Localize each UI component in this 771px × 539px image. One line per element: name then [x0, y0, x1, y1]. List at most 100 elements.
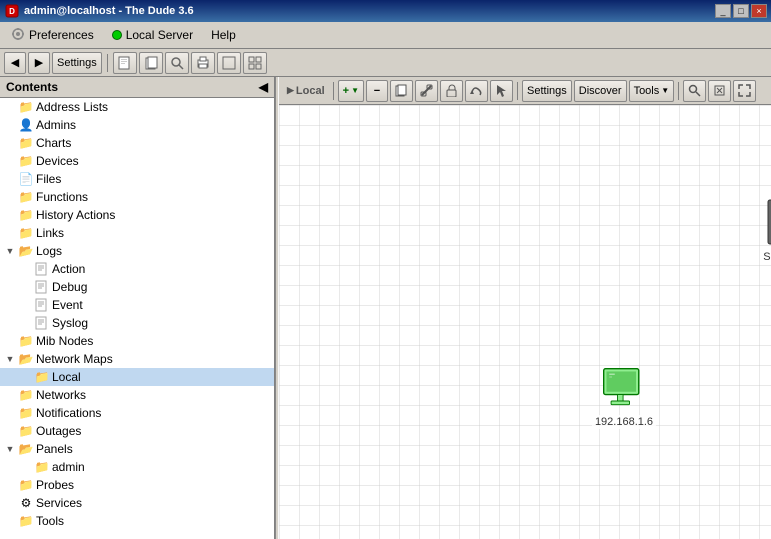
sidebar-item-logs-action[interactable]: Action	[0, 260, 274, 278]
expander-icon	[20, 461, 32, 473]
copy-node-icon	[395, 84, 408, 97]
expander-icon	[4, 227, 16, 239]
minimize-button[interactable]: _	[715, 4, 731, 18]
lock-button[interactable]	[440, 80, 463, 102]
sidebar-item-label: Functions	[36, 190, 88, 204]
link-button[interactable]	[415, 80, 438, 102]
canvas-toolbar: ▶ Local + ▼ −	[279, 77, 771, 105]
add-button[interactable]: + ▼	[338, 80, 364, 102]
folder-icon: 📁	[18, 99, 34, 115]
expander-icon	[4, 515, 16, 527]
sidebar-item-network-maps[interactable]: ▼ 📂 Network Maps	[0, 350, 274, 368]
new-icon	[118, 56, 132, 70]
menu-local-server[interactable]: Local Server	[103, 24, 202, 46]
expander-icon	[4, 191, 16, 203]
sidebar-item-logs[interactable]: ▼ 📂 Logs	[0, 242, 274, 260]
sidebar-item-network-maps-local[interactable]: 📁 Local	[0, 368, 274, 386]
sidebar-item-charts[interactable]: 📁 Charts	[0, 134, 274, 152]
close-button[interactable]: ×	[751, 4, 767, 18]
sidebar-item-networks[interactable]: 📁 Networks	[0, 386, 274, 404]
sidebar-item-panels-admin[interactable]: 📁 admin	[0, 458, 274, 476]
fit-button[interactable]	[708, 80, 731, 102]
canvas-area: ▶ Local + ▼ −	[279, 77, 771, 539]
settings-action-button[interactable]: Settings	[522, 80, 572, 102]
sidebar-item-logs-debug[interactable]: Debug	[0, 278, 274, 296]
maximize-button[interactable]: □	[733, 4, 749, 18]
expander-icon	[4, 389, 16, 401]
folder-icon: 📁	[18, 135, 34, 151]
toolbar-btn-2[interactable]	[139, 52, 163, 74]
folder-icon: 📁	[18, 225, 34, 241]
toolbar-separator-1	[107, 54, 108, 72]
sidebar-item-notifications[interactable]: 📁 Notifications	[0, 404, 274, 422]
sidebar-item-panels[interactable]: ▼ 📂 Panels	[0, 440, 274, 458]
server-status-icon	[112, 30, 122, 40]
network-maps-expander-icon: ▼	[4, 353, 16, 365]
sidebar-item-address-lists[interactable]: 📁 Address Lists	[0, 98, 274, 116]
sidebar-item-outages[interactable]: 📁 Outages	[0, 422, 274, 440]
zoom-button[interactable]	[683, 80, 706, 102]
sidebar-item-services[interactable]: ⚙ Services	[0, 494, 274, 512]
back-button[interactable]: ◀	[4, 52, 26, 74]
connect-button[interactable]	[465, 80, 488, 102]
expander-icon	[20, 281, 32, 293]
canvas-separator-3	[678, 82, 679, 100]
sidebar-item-probes[interactable]: 📁 Probes	[0, 476, 274, 494]
discover-button[interactable]: Discover	[574, 80, 627, 102]
sidebar-item-label: Probes	[36, 478, 74, 492]
sidebar-item-label: Networks	[36, 388, 86, 402]
app-icon: D	[4, 3, 20, 19]
panels-expander-icon: ▼	[4, 443, 16, 455]
expander-icon	[20, 299, 32, 311]
sidebar-item-label: Address Lists	[36, 100, 108, 114]
toolbar-btn-5[interactable]	[217, 52, 241, 74]
sidebar-item-admins[interactable]: 👤 Admins	[0, 116, 274, 134]
logs-expander-icon: ▼	[4, 245, 16, 257]
sidebar-item-files[interactable]: 📄 Files	[0, 170, 274, 188]
forward-button[interactable]: ▶	[28, 52, 50, 74]
sidebar-item-functions[interactable]: 📁 Functions	[0, 188, 274, 206]
toolbar-btn-6[interactable]	[243, 52, 267, 74]
sidebar-item-logs-event[interactable]: Event	[0, 296, 274, 314]
window-controls: _ □ ×	[715, 4, 767, 18]
canvas-separator-1	[333, 82, 334, 100]
toolbar-btn-3[interactable]	[165, 52, 189, 74]
sidebar: Contents ◀ 📁 Address Lists 👤 Admins 📁 Ch…	[0, 77, 275, 539]
files-icon: 📄	[18, 171, 34, 187]
tools-label: Tools	[634, 85, 660, 97]
main-layout: Contents ◀ 📁 Address Lists 👤 Admins 📁 Ch…	[0, 77, 771, 539]
log-icon	[34, 261, 50, 277]
pointer-button[interactable]	[490, 80, 513, 102]
sidebar-item-label: Tools	[36, 514, 64, 528]
expander-icon	[4, 335, 16, 347]
node-192-168-1-6[interactable]: 192.168.1.6	[589, 365, 659, 429]
dropdown-arrow-icon: ▶	[287, 85, 294, 96]
fullscreen-button[interactable]	[733, 80, 756, 102]
tools-button[interactable]: Tools ▼	[629, 80, 675, 102]
folder-icon: 📁	[18, 189, 34, 205]
sidebar-item-label: Debug	[52, 280, 87, 294]
sidebar-item-devices[interactable]: 📁 Devices	[0, 152, 274, 170]
menu-help[interactable]: Help	[202, 24, 245, 46]
map-canvas[interactable]: SHS-PC 192.16	[279, 105, 771, 539]
sidebar-item-label: History Actions	[36, 208, 115, 222]
expander-icon	[4, 497, 16, 509]
node-shs-pc[interactable]: SHS-PC	[749, 200, 771, 264]
folder-icon: 📁	[18, 333, 34, 349]
copy-node-button[interactable]	[390, 80, 413, 102]
sidebar-item-links[interactable]: 📁 Links	[0, 224, 274, 242]
sidebar-item-tools[interactable]: 📁 Tools	[0, 512, 274, 530]
link-icon	[420, 84, 433, 97]
sidebar-collapse-icon[interactable]: ◀	[259, 80, 268, 94]
sidebar-item-mib-nodes[interactable]: 📁 Mib Nodes	[0, 332, 274, 350]
sidebar-item-logs-syslog[interactable]: Syslog	[0, 314, 274, 332]
settings-button[interactable]: Settings	[52, 52, 102, 74]
toolbar-btn-1[interactable]	[113, 52, 137, 74]
menu-preferences[interactable]: Preferences	[2, 24, 103, 46]
sidebar-item-label: Panels	[36, 442, 73, 456]
expander-icon	[4, 101, 16, 113]
sidebar-item-history-actions[interactable]: 📁 History Actions	[0, 206, 274, 224]
settings-label: Settings	[57, 57, 97, 69]
delete-button[interactable]: −	[366, 80, 388, 102]
toolbar-btn-4[interactable]	[191, 52, 215, 74]
